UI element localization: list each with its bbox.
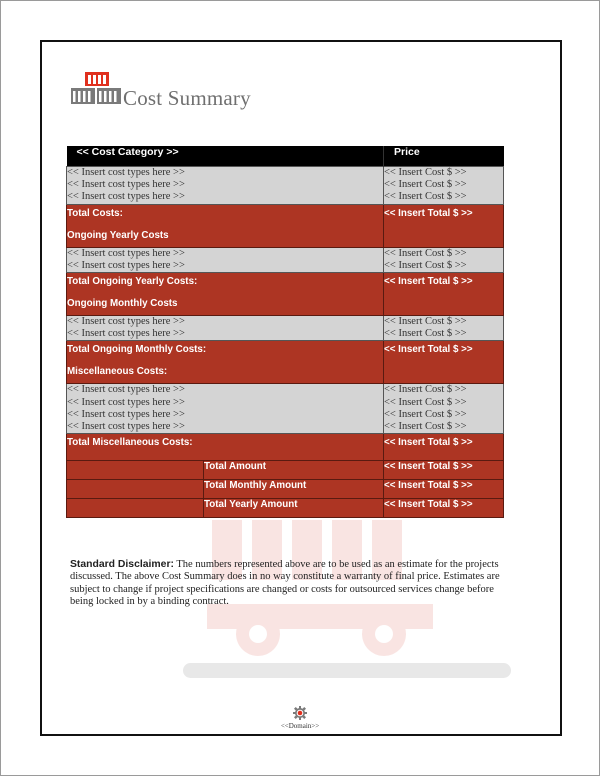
cost-items-row: << Insert cost types here >> << Insert co…	[66, 315, 504, 342]
summary-row: Total Monthly Amount << Insert Total $ >>	[66, 479, 504, 500]
section-total-row: Total Miscellaneous Costs: << Insert Tota…	[66, 433, 504, 462]
cost-type-item[interactable]: << Insert cost types here >>	[67, 409, 383, 421]
cost-values-cell: << Insert Cost $ >> << Insert Cost $ >>	[383, 246, 504, 274]
header-price: Price	[383, 146, 504, 167]
cost-items-row: << Insert cost types here >> << Insert co…	[66, 246, 504, 274]
cost-value-item[interactable]: << Insert Cost $ >>	[384, 167, 503, 179]
cost-value-item[interactable]: << Insert Cost $ >>	[384, 328, 503, 340]
cost-value-item[interactable]: << Insert Cost $ >>	[384, 179, 503, 191]
section-total-label-cell: Total Ongoing Yearly Costs: Ongoing Month…	[66, 272, 384, 317]
section-total-value-cell: << Insert Total $ >>	[383, 340, 504, 385]
footer-domain: <<Domain>>	[280, 722, 320, 730]
standard-disclaimer: Standard Disclaimer: The numbers represe…	[70, 559, 510, 608]
cost-items-row: << Insert cost types here >> << Insert co…	[66, 166, 504, 205]
section-total-value-cell: << Insert Total $ >>	[383, 203, 504, 248]
section-total-value[interactable]: << Insert Total $ >>	[384, 273, 503, 295]
summary-value[interactable]: << Insert Total $ >>	[383, 498, 504, 519]
section-total-row: Total Ongoing Monthly Costs: Miscellaneou…	[66, 340, 504, 385]
summary-blank-cell	[66, 498, 204, 519]
cost-type-item[interactable]: << Insert cost types here >>	[67, 421, 383, 433]
summary-value[interactable]: << Insert Total $ >>	[383, 460, 504, 481]
next-section-heading: Miscellaneous Costs:	[67, 366, 168, 378]
section-total-label-cell: Total Costs: Ongoing Yearly Costs	[66, 203, 384, 248]
summary-label: Total Monthly Amount	[203, 479, 384, 500]
section-total-label: Total Miscellaneous Costs:	[67, 437, 193, 449]
section-total-value[interactable]: << Insert Total $ >>	[384, 205, 503, 227]
cost-types-cell: << Insert cost types here >> << Insert co…	[66, 315, 384, 342]
cost-types-cell: << Insert cost types here >> << Insert co…	[66, 246, 384, 274]
summary-value[interactable]: << Insert Total $ >>	[383, 479, 504, 500]
cost-type-item[interactable]: << Insert cost types here >>	[67, 384, 383, 396]
summary-blank-cell	[66, 479, 204, 500]
cost-type-item[interactable]: << Insert cost types here >>	[67, 397, 383, 409]
table-header-row: << Cost Category >> Price	[66, 146, 504, 167]
header-cost-category: << Cost Category >>	[66, 146, 384, 167]
cost-types-cell: << Insert cost types here >> << Insert co…	[66, 383, 384, 435]
cost-summary-table: << Cost Category >> Price << Insert cost…	[66, 146, 504, 519]
section-total-label: Total Ongoing Monthly Costs:	[67, 344, 207, 356]
section-total-label: Total Costs:	[67, 207, 123, 219]
section-total-row: Total Ongoing Yearly Costs: Ongoing Month…	[66, 272, 504, 317]
cost-value-item[interactable]: << Insert Cost $ >>	[384, 260, 503, 272]
cost-value-item[interactable]: << Insert Cost $ >>	[384, 384, 503, 396]
cost-values-cell: << Insert Cost $ >> << Insert Cost $ >> <<…	[383, 383, 504, 435]
summary-label: Total Amount	[203, 460, 384, 481]
cost-value-item[interactable]: << Insert Cost $ >>	[384, 316, 503, 328]
section-total-value-cell: << Insert Total $ >>	[383, 433, 504, 462]
disclaimer-label: Standard Disclaimer:	[70, 559, 174, 570]
cost-values-cell: << Insert Cost $ >> << Insert Cost $ >> <<…	[383, 166, 504, 205]
gear-icon	[293, 706, 307, 720]
cost-value-item[interactable]: << Insert Cost $ >>	[384, 409, 503, 421]
cost-value-item[interactable]: << Insert Cost $ >>	[384, 191, 503, 203]
summary-row: Total Yearly Amount << Insert Total $ >>	[66, 498, 504, 519]
cost-type-item[interactable]: << Insert cost types here >>	[67, 248, 383, 260]
summary-label: Total Yearly Amount	[203, 498, 384, 519]
cost-types-cell: << Insert cost types here >> << Insert co…	[66, 166, 384, 205]
summary-blank-cell	[66, 460, 204, 481]
cost-value-item[interactable]: << Insert Cost $ >>	[384, 248, 503, 260]
cost-type-item[interactable]: << Insert cost types here >>	[67, 316, 383, 328]
containers-stack-icon	[71, 72, 121, 104]
next-section-heading: Ongoing Monthly Costs	[67, 298, 178, 310]
cost-values-cell: << Insert Cost $ >> << Insert Cost $ >>	[383, 315, 504, 342]
section-total-row: Total Costs: Ongoing Yearly Costs << Inser…	[66, 203, 504, 248]
cost-type-item[interactable]: << Insert cost types here >>	[67, 191, 383, 203]
cost-type-item[interactable]: << Insert cost types here >>	[67, 179, 383, 191]
section-total-label: Total Ongoing Yearly Costs:	[67, 276, 198, 288]
cost-type-item[interactable]: << Insert cost types here >>	[67, 167, 383, 179]
cost-type-item[interactable]: << Insert cost types here >>	[67, 328, 383, 340]
cost-type-item[interactable]: << Insert cost types here >>	[67, 260, 383, 272]
cost-value-item[interactable]: << Insert Cost $ >>	[384, 421, 503, 433]
section-total-label-cell: Total Miscellaneous Costs:	[66, 433, 384, 462]
section-total-value[interactable]: << Insert Total $ >>	[384, 434, 503, 456]
section-total-value-cell: << Insert Total $ >>	[383, 272, 504, 317]
section-total-value[interactable]: << Insert Total $ >>	[384, 341, 503, 363]
cost-value-item[interactable]: << Insert Cost $ >>	[384, 397, 503, 409]
section-total-label-cell: Total Ongoing Monthly Costs: Miscellaneou…	[66, 340, 384, 385]
page-title: Cost Summary	[123, 86, 251, 110]
cost-items-row: << Insert cost types here >> << Insert co…	[66, 383, 504, 435]
summary-row: Total Amount << Insert Total $ >>	[66, 460, 504, 481]
next-section-heading: Ongoing Yearly Costs	[67, 229, 169, 241]
